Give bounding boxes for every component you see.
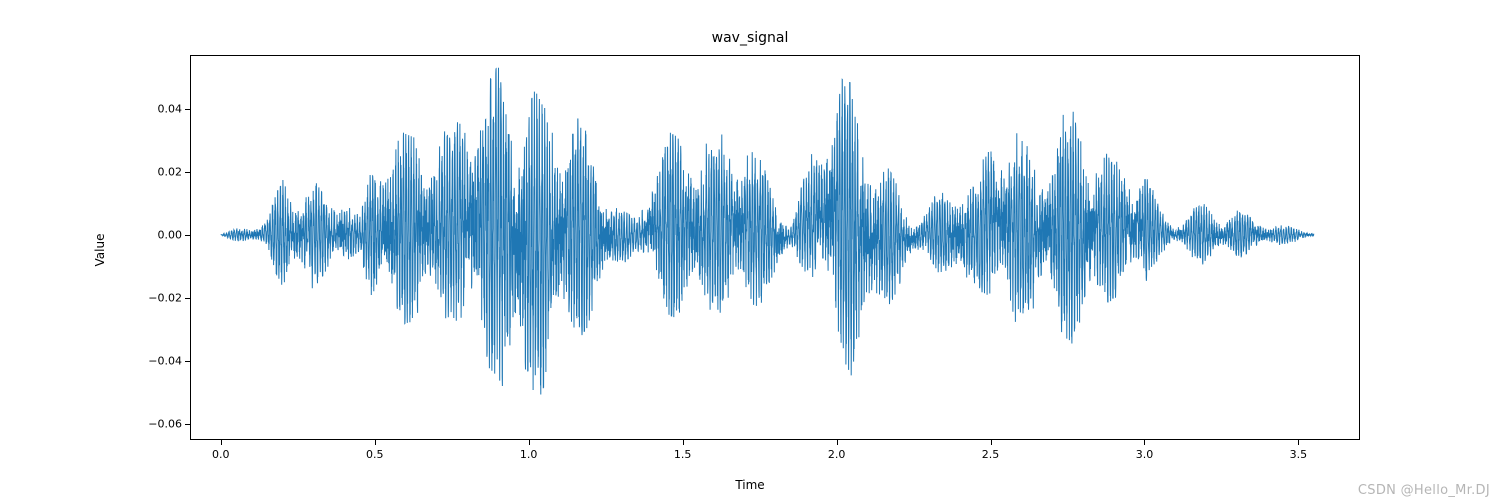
waveform-plot [190,55,1360,440]
x-tick [1144,440,1145,445]
y-tick-label: −0.06 [132,418,182,431]
x-tick-label: 0.5 [366,448,384,461]
y-tick [185,109,190,110]
y-tick [185,424,190,425]
x-tick [837,440,838,445]
x-tick [375,440,376,445]
x-tick [1298,440,1299,445]
x-tick-label: 0.0 [212,448,230,461]
y-tick [185,235,190,236]
x-tick-label: 3.5 [1290,448,1308,461]
y-tick-label: 0.04 [132,102,182,115]
y-tick-label: 0.02 [132,165,182,178]
x-axis-label: Time [0,478,1500,492]
y-tick-label: −0.02 [132,291,182,304]
x-tick-label: 2.0 [828,448,846,461]
y-tick [185,298,190,299]
x-tick [683,440,684,445]
y-tick [185,361,190,362]
x-tick-label: 3.0 [1136,448,1154,461]
x-tick [221,440,222,445]
x-tick [991,440,992,445]
y-tick [185,172,190,173]
y-tick-label: 0.00 [132,228,182,241]
watermark-text: CSDN @Hello_Mr.DJ [1358,483,1490,498]
figure: wav_signal Time Value 0.0 0.5 1.0 1.5 2.0 2.5… [0,0,1500,500]
chart-title: wav_signal [0,30,1500,46]
x-tick-label: 1.0 [520,448,538,461]
y-axis-label: Value [93,234,107,267]
x-tick-label: 2.5 [982,448,1000,461]
waveform-line [221,68,1314,395]
x-tick-label: 1.5 [674,448,692,461]
x-tick [529,440,530,445]
y-tick-label: −0.04 [132,355,182,368]
